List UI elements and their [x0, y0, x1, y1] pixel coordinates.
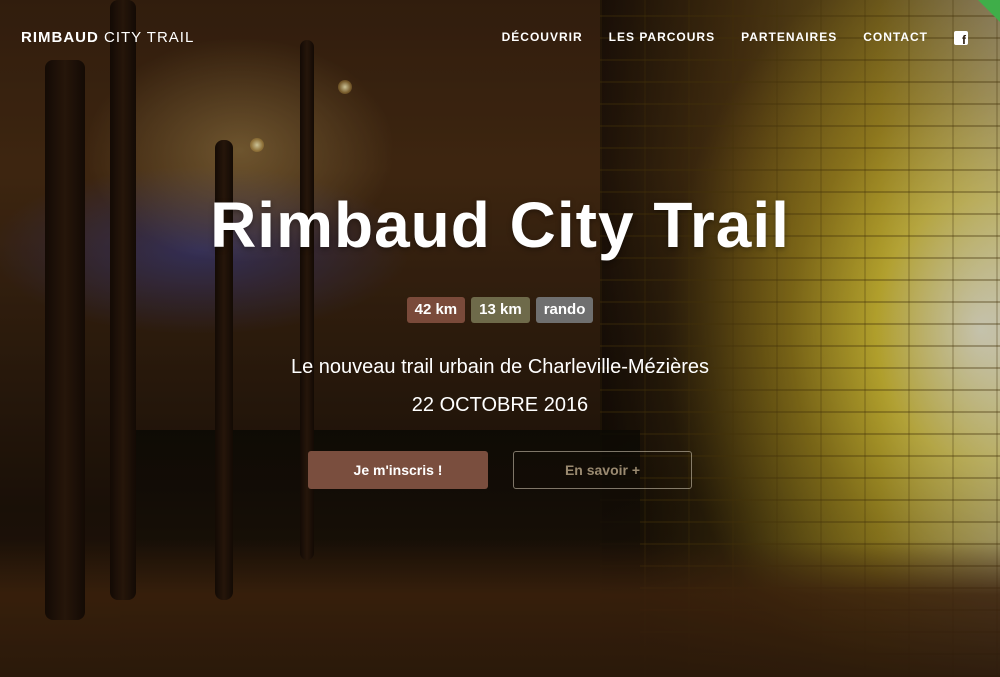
hero-section: RIMBAUD CITY TRAIL DÉCOUVRIR LES PARCOUR…: [0, 0, 1000, 677]
background-overlay: [0, 0, 1000, 677]
hero-subtitle: Le nouveau trail urbain de Charleville-M…: [291, 356, 709, 378]
brand-name-rest: CITY TRAIL: [98, 29, 195, 46]
distance-badges: 42 km 13 km rando: [0, 297, 1000, 323]
facebook-icon[interactable]: f: [954, 31, 968, 46]
nav-menu: DÉCOUVRIR LES PARCOURS PARTENAIRES CONTA…: [476, 30, 968, 46]
page-title: Rimbaud City Trail: [210, 189, 790, 261]
nav-item-partenaires[interactable]: PARTENAIRES: [741, 30, 837, 44]
brand-name-bold: RIMBAUD: [21, 29, 99, 46]
badge-13km: 13 km: [471, 297, 530, 323]
event-date: 22 OCTOBRE 2016: [411, 394, 589, 416]
badge-rando: rando: [535, 297, 594, 323]
badge-42km: 42 km: [406, 297, 466, 323]
brand-logo-link[interactable]: RIMBAUD CITY TRAIL: [21, 29, 194, 46]
register-button[interactable]: Je m'inscris !: [308, 451, 488, 489]
nav-item-contact[interactable]: CONTACT: [863, 30, 928, 44]
nav-item-decouvrir[interactable]: DÉCOUVRIR: [502, 30, 583, 44]
nav-item-les-parcours[interactable]: LES PARCOURS: [609, 30, 715, 44]
navbar: RIMBAUD CITY TRAIL DÉCOUVRIR LES PARCOUR…: [0, 0, 1000, 76]
learn-more-button[interactable]: En savoir +: [513, 451, 692, 489]
